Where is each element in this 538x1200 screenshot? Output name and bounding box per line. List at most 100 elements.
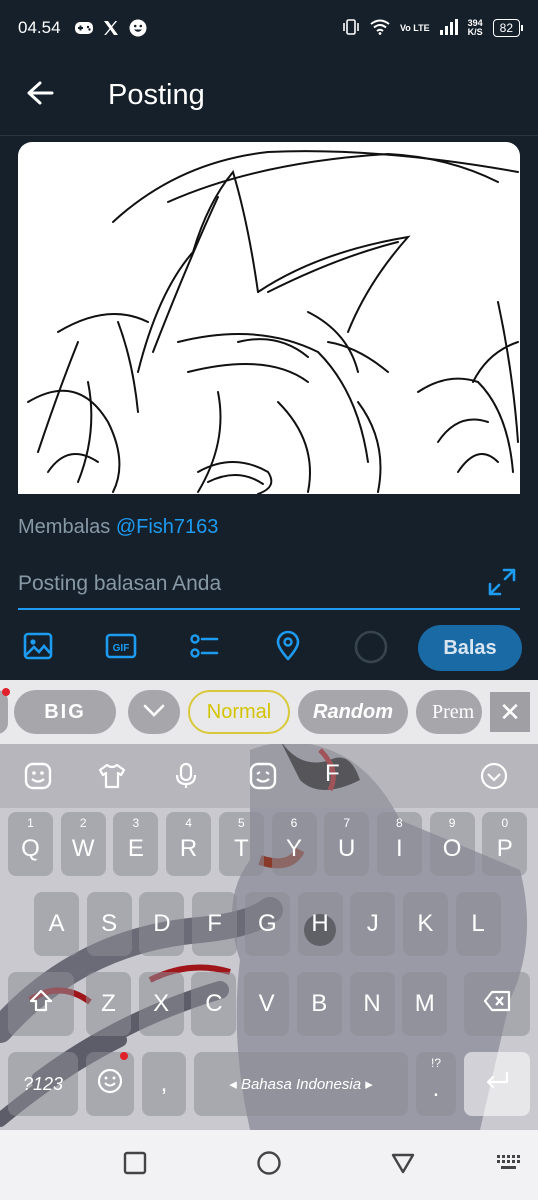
key-letter: P bbox=[496, 835, 513, 862]
key-z[interactable]: Z bbox=[86, 972, 131, 1036]
key-b[interactable]: B bbox=[296, 972, 342, 1036]
x-logo-icon bbox=[103, 20, 119, 36]
key-letter: T bbox=[233, 835, 249, 862]
font-chip-more[interactable] bbox=[128, 690, 180, 734]
symbols-key[interactable]: ?123 bbox=[8, 1052, 78, 1116]
key-t[interactable]: 5T bbox=[218, 812, 264, 876]
enter-icon bbox=[483, 1070, 511, 1099]
key-letter: E bbox=[127, 835, 144, 862]
emoji-key[interactable] bbox=[86, 1052, 134, 1116]
quoted-image-preview[interactable] bbox=[18, 142, 520, 494]
arrow-left-icon bbox=[26, 81, 54, 110]
key-o[interactable]: 9O bbox=[429, 812, 475, 876]
key-number-hint: 9 bbox=[448, 816, 456, 830]
sticker-icon[interactable] bbox=[24, 762, 52, 795]
close-font-strip-button[interactable]: ✕ bbox=[490, 692, 530, 732]
svg-text:GIF: GIF bbox=[113, 643, 130, 654]
theme-shirt-icon[interactable] bbox=[97, 762, 127, 795]
shift-key[interactable] bbox=[8, 972, 74, 1036]
key-h[interactable]: H bbox=[297, 892, 343, 956]
key-v[interactable]: V bbox=[244, 972, 290, 1036]
back-button[interactable] bbox=[0, 56, 80, 136]
key-letter: U bbox=[338, 835, 356, 862]
key-letter: Q bbox=[21, 835, 40, 862]
battery-indicator: 82 bbox=[492, 19, 524, 37]
backspace-icon bbox=[483, 990, 511, 1019]
key-f[interactable]: F bbox=[192, 892, 238, 956]
gif-icon[interactable]: GIF bbox=[104, 630, 138, 667]
punctuation-key[interactable]: !? . bbox=[416, 1052, 456, 1116]
top-app-bar: Posting bbox=[0, 56, 538, 136]
key-w[interactable]: 2W bbox=[60, 812, 106, 876]
key-m[interactable]: M bbox=[402, 972, 448, 1036]
keyboard-toolbar: F bbox=[0, 744, 538, 808]
key-i[interactable]: 8I bbox=[376, 812, 422, 876]
key-u[interactable]: 7U bbox=[324, 812, 370, 876]
key-number-hint: 6 bbox=[290, 816, 298, 830]
chevron-down-icon[interactable] bbox=[480, 762, 508, 795]
key-p[interactable]: 0P bbox=[482, 812, 528, 876]
home-icon[interactable] bbox=[256, 1150, 282, 1181]
key-j[interactable]: J bbox=[350, 892, 396, 956]
key-c[interactable]: C bbox=[191, 972, 237, 1036]
font-chip-normal[interactable]: Normal bbox=[188, 690, 290, 734]
shift-hint-dot bbox=[2, 688, 10, 696]
backspace-key[interactable] bbox=[464, 972, 530, 1036]
poll-icon[interactable] bbox=[188, 630, 220, 667]
font-chip-random[interactable]: Random bbox=[298, 690, 408, 734]
font-chip-prem[interactable]: Prem bbox=[416, 690, 482, 734]
microphone-icon[interactable] bbox=[174, 762, 198, 795]
replying-to-handle[interactable]: @Fish7163 bbox=[116, 516, 219, 538]
wifi-icon bbox=[370, 19, 390, 38]
progress-circle-icon bbox=[354, 630, 388, 669]
key-k[interactable]: K bbox=[402, 892, 448, 956]
key-r[interactable]: 4R bbox=[166, 812, 212, 876]
back-icon[interactable] bbox=[390, 1150, 416, 1181]
vibrate-icon bbox=[342, 18, 360, 38]
font-chip-big[interactable]: BIG bbox=[14, 690, 116, 734]
comma-key[interactable]: , bbox=[142, 1052, 186, 1116]
replying-to-prefix: Membalas bbox=[18, 516, 116, 538]
font-icon[interactable]: F bbox=[325, 760, 340, 788]
key-number-hint: 7 bbox=[343, 816, 351, 830]
key-e[interactable]: 3E bbox=[113, 812, 159, 876]
page-title: Posting bbox=[108, 79, 205, 111]
keyboard-switch-icon[interactable] bbox=[496, 1154, 522, 1179]
shift-icon bbox=[28, 988, 54, 1021]
key-s[interactable]: S bbox=[86, 892, 132, 956]
sketch-artwork-image bbox=[27, 150, 519, 494]
key-q[interactable]: 1Q bbox=[8, 812, 53, 876]
key-number-hint: 3 bbox=[132, 816, 140, 830]
key-a[interactable]: A bbox=[34, 892, 79, 956]
reply-input[interactable] bbox=[18, 572, 458, 596]
key-g[interactable]: G bbox=[244, 892, 290, 956]
font-chip-partial[interactable] bbox=[0, 690, 8, 734]
image-icon[interactable] bbox=[22, 630, 54, 667]
recent-apps-icon[interactable] bbox=[122, 1150, 148, 1181]
key-number-hint: 1 bbox=[27, 816, 34, 830]
reply-button[interactable]: Balas bbox=[418, 625, 522, 671]
key-d[interactable]: D bbox=[139, 892, 185, 956]
signal-icon bbox=[439, 18, 458, 38]
space-key[interactable]: ◂ Bahasa Indonesia ▸ bbox=[194, 1052, 408, 1116]
network-type: Vo LTE bbox=[399, 22, 430, 33]
location-icon[interactable] bbox=[272, 630, 304, 667]
key-l[interactable]: L bbox=[455, 892, 501, 956]
expand-icon[interactable] bbox=[486, 566, 518, 603]
soft-keyboard: BIG Normal Random Prem ✕ F ?123 , ◂ Baha… bbox=[0, 680, 538, 1130]
punctuation-main-label: . bbox=[432, 1075, 440, 1102]
key-number-hint: 2 bbox=[79, 816, 87, 830]
key-number-hint: 5 bbox=[237, 816, 245, 830]
chevron-down-icon bbox=[143, 701, 165, 724]
key-letter: Y bbox=[285, 835, 302, 862]
enter-key[interactable] bbox=[464, 1052, 530, 1116]
key-n[interactable]: N bbox=[349, 972, 395, 1036]
key-y[interactable]: 6Y bbox=[271, 812, 317, 876]
key-number-hint: 0 bbox=[501, 816, 509, 830]
key-letter: I bbox=[396, 835, 403, 862]
replying-to-label: Membalas @Fish7163 bbox=[18, 516, 218, 539]
emoji-icon[interactable] bbox=[249, 762, 277, 795]
key-x[interactable]: X bbox=[138, 972, 184, 1036]
mic-hint-dot bbox=[120, 1052, 128, 1060]
key-number-hint: 8 bbox=[396, 816, 403, 830]
